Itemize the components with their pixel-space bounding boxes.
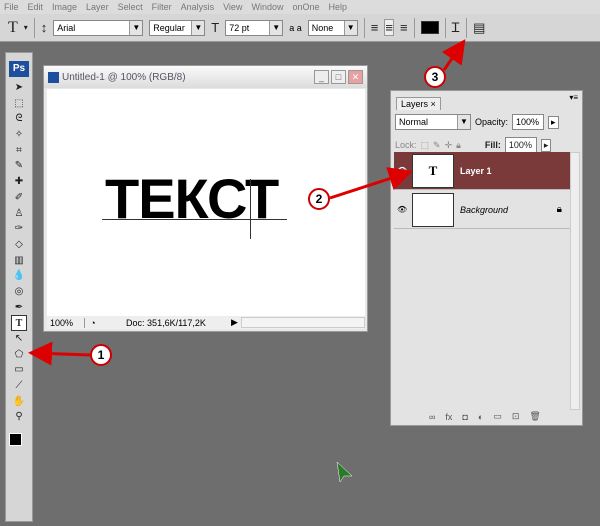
callout-2: 2 [308,188,330,210]
arrow-3 [441,39,466,71]
callout-1: 1 [90,344,112,366]
arrow-2 [329,167,413,200]
mouse-cursor-icon [336,461,353,483]
callout-arrows [28,39,466,483]
callout-3: 3 [424,66,446,88]
arrow-1 [28,341,91,366]
